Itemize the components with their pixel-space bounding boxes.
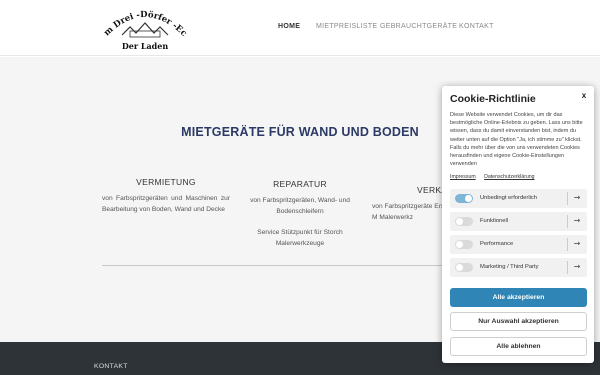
cookie-links: Impressum Datenschutzerklärung bbox=[450, 174, 542, 180]
footer-kontakt-heading: KONTAKT bbox=[94, 363, 128, 370]
cookie-dialog: Cookie-Richtlinie x Diese Website verwen… bbox=[442, 86, 594, 363]
cookie-title: Cookie-Richtlinie bbox=[450, 93, 536, 105]
accept-all-button[interactable]: Alle akzeptieren bbox=[450, 288, 587, 307]
option-label: Performance bbox=[480, 241, 514, 247]
option-label: Marketing / Third Party bbox=[480, 264, 539, 270]
close-icon[interactable]: x bbox=[579, 91, 589, 101]
service-text: von Farbspritzgeräten, Wand- und Bodensc… bbox=[250, 197, 350, 215]
service-title: REPARATUR bbox=[273, 179, 327, 189]
nav-kontakt[interactable]: KONTAKT bbox=[459, 23, 494, 30]
cookie-option-necessary: Unbedingt erforderlich → bbox=[450, 189, 587, 208]
main-nav: HOME MIETPREISLISTE GEBRAUCHTGERÄTE KONT… bbox=[0, 23, 600, 35]
option-separator bbox=[567, 215, 568, 228]
section-divider bbox=[102, 265, 450, 266]
arrow-right-icon[interactable]: → bbox=[572, 262, 582, 272]
nav-gebrauchtgeraete[interactable]: GEBRAUCHTGERÄTE bbox=[380, 23, 457, 30]
option-separator bbox=[567, 192, 568, 205]
toggle-marketing[interactable] bbox=[455, 263, 473, 272]
toggle-performance[interactable] bbox=[455, 240, 473, 249]
logo-line2: Der Laden bbox=[122, 41, 169, 51]
cookie-option-marketing: Marketing / Third Party → bbox=[450, 258, 587, 277]
reject-all-button[interactable]: Alle ablehnen bbox=[450, 337, 587, 356]
service-text: von Farbspritzgeräten und Maschinen zur … bbox=[102, 195, 230, 213]
service-title: VERMIETUNG bbox=[136, 177, 196, 187]
service-text-secondary: Service Stützpunkt für Storch Malerwerkz… bbox=[257, 229, 343, 247]
option-separator bbox=[567, 238, 568, 251]
service-reparatur: REPARATUR von Farbspritzgeräten, Wand- u… bbox=[242, 179, 358, 249]
toggle-necessary[interactable] bbox=[455, 194, 473, 203]
nav-home[interactable]: HOME bbox=[278, 23, 300, 30]
option-separator bbox=[567, 261, 568, 274]
service-vermietung: VERMIETUNG von Farbspritzgeräten und Mas… bbox=[102, 177, 230, 215]
cookie-option-functional: Funktionell → bbox=[450, 212, 587, 231]
impressum-link[interactable]: Impressum bbox=[450, 174, 476, 180]
option-label: Unbedingt erforderlich bbox=[480, 195, 538, 201]
arrow-right-icon[interactable]: → bbox=[572, 239, 582, 249]
arrow-right-icon[interactable]: → bbox=[572, 216, 582, 226]
option-label: Funktionell bbox=[480, 218, 509, 224]
toggle-functional[interactable] bbox=[455, 217, 473, 226]
cookie-option-performance: Performance → bbox=[450, 235, 587, 254]
nav-mietpreisliste[interactable]: MIETPREISLISTE bbox=[316, 23, 377, 30]
arrow-right-icon[interactable]: → bbox=[572, 193, 582, 203]
datenschutz-link[interactable]: Datenschutzerklärung bbox=[484, 174, 534, 180]
cookie-description: Diese Website verwendet Cookies, um dir … bbox=[450, 112, 583, 168]
site-header: Am Drei -Dörfer -Eck Der Laden HOME MIET… bbox=[0, 0, 600, 56]
accept-selection-button[interactable]: Nur Auswahl akzeptieren bbox=[450, 312, 587, 331]
